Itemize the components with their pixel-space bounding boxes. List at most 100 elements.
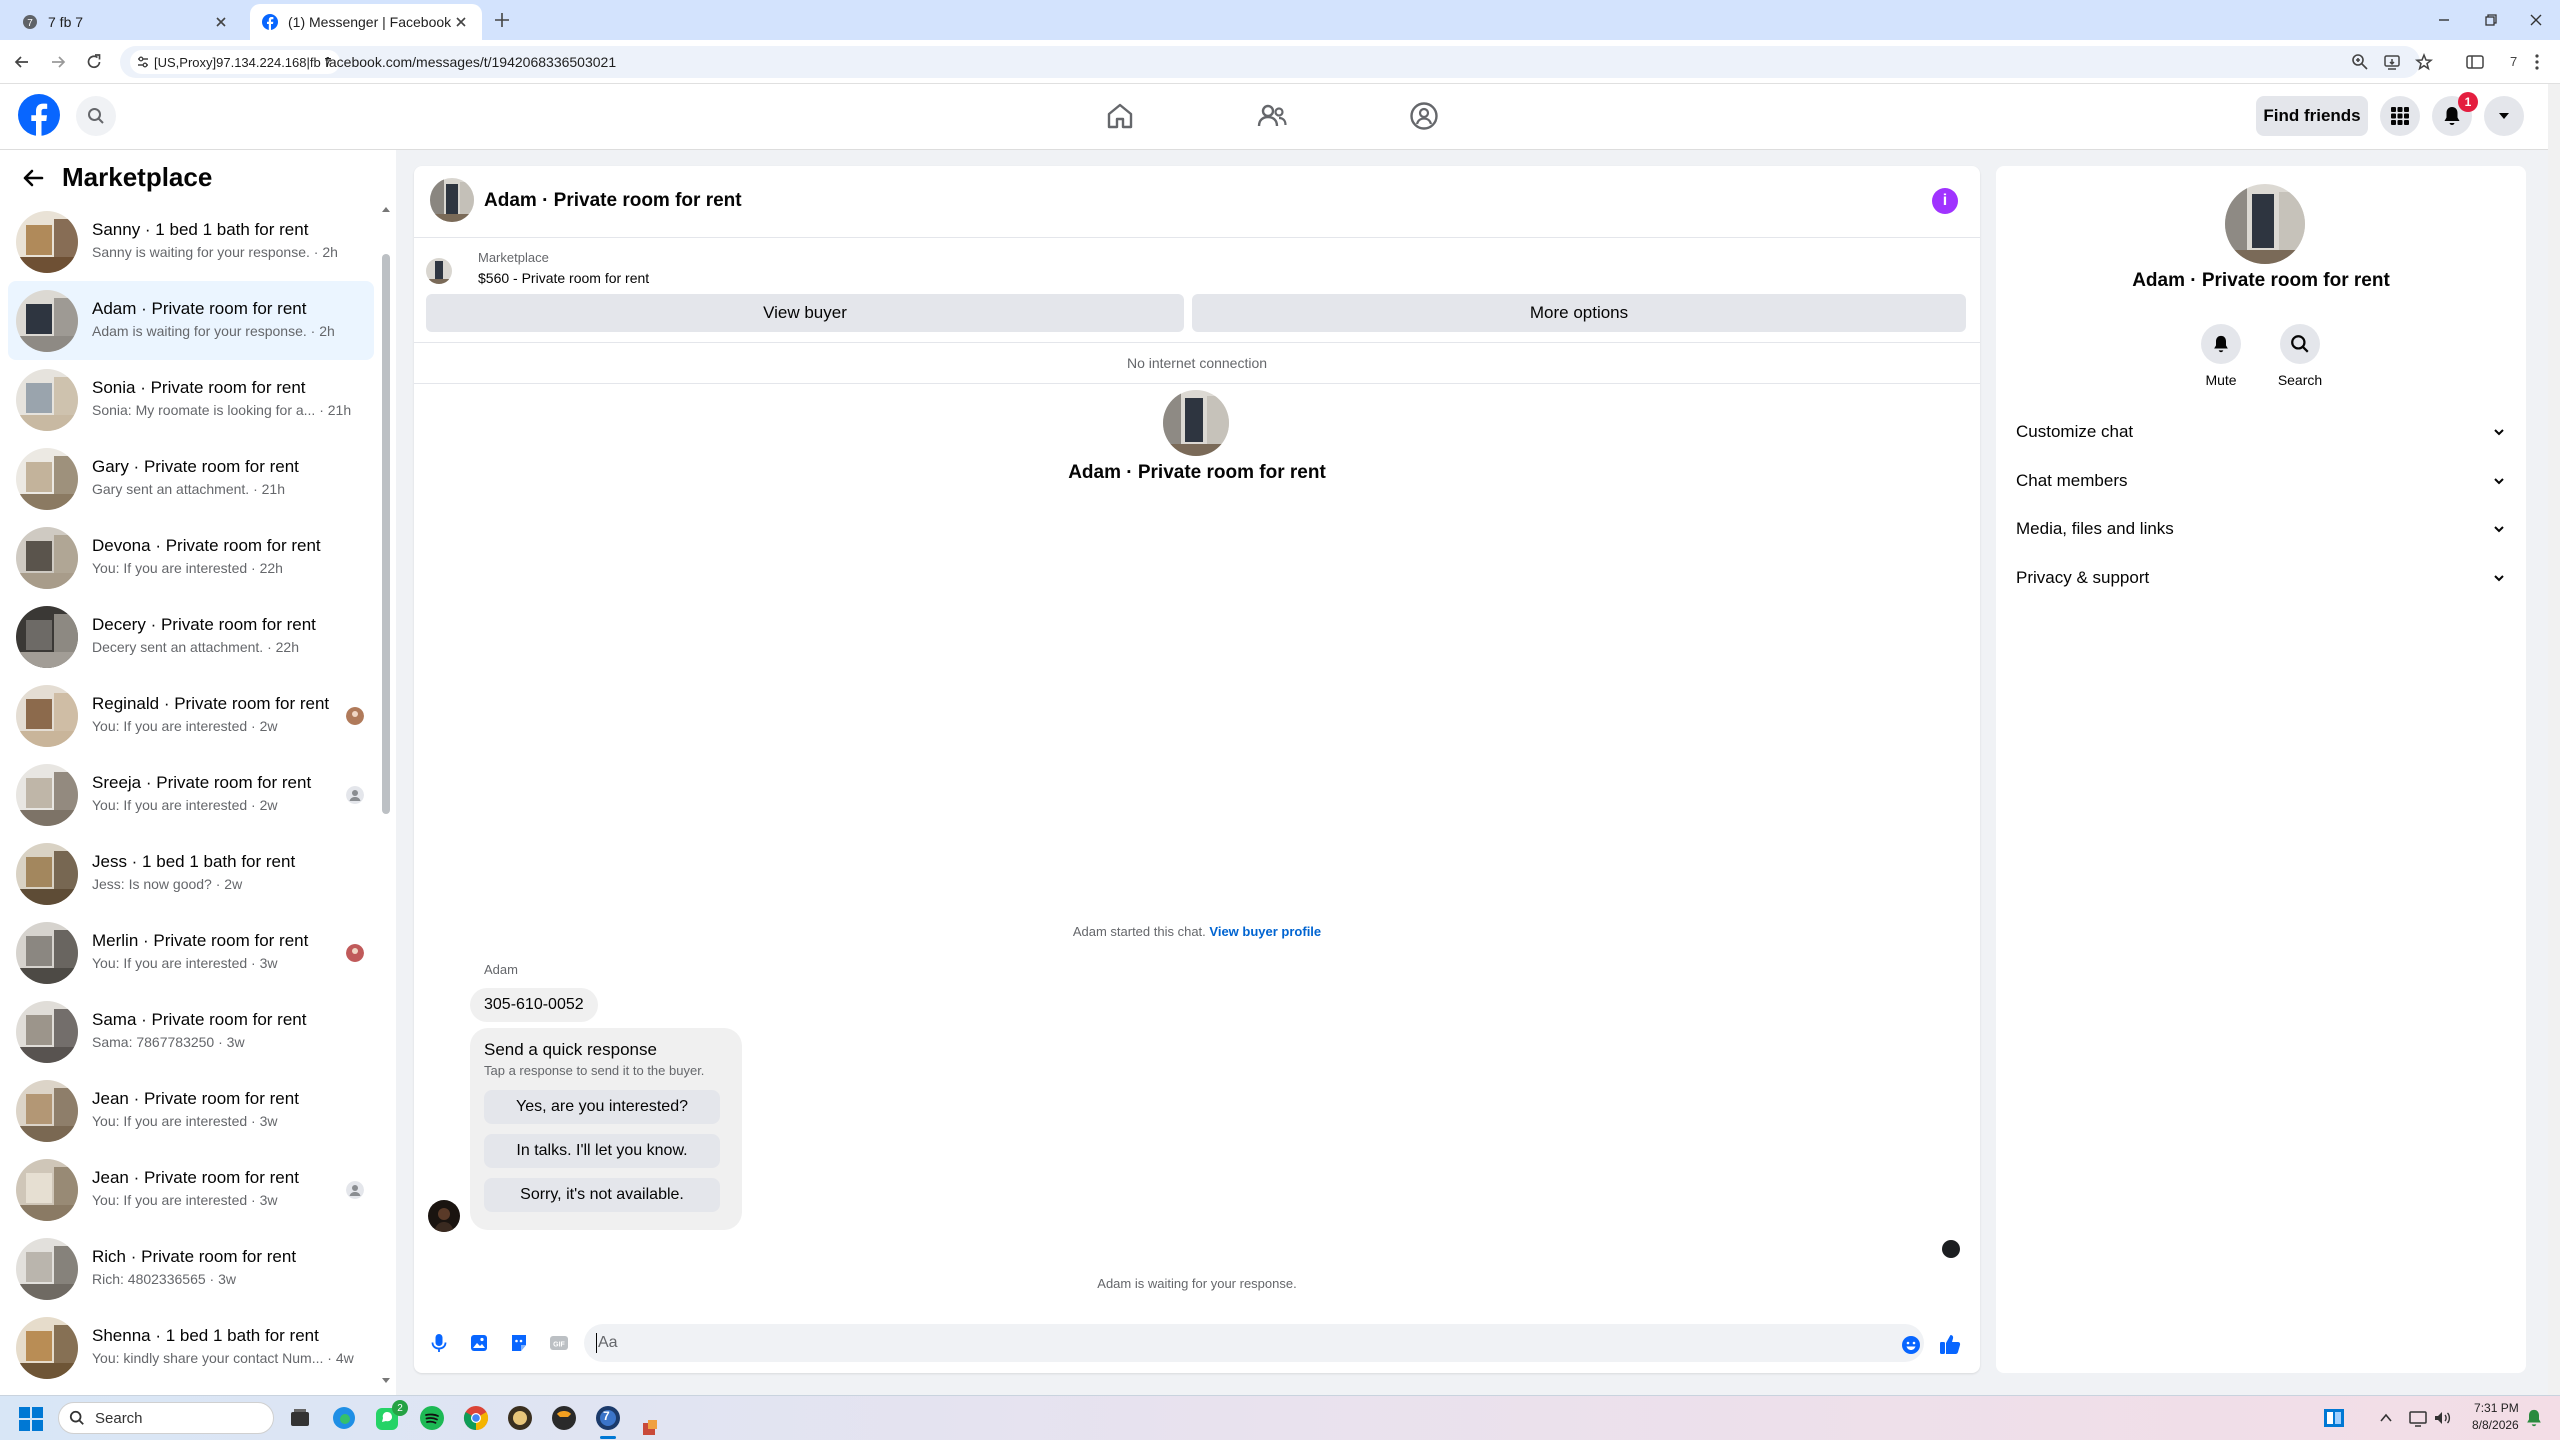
chat-avatar[interactable] <box>430 178 474 222</box>
view-buyer-profile-link[interactable]: View buyer profile <box>1209 924 1321 939</box>
new-tab-icon[interactable] <box>492 10 512 30</box>
menu-kebab-icon[interactable] <box>2526 51 2548 73</box>
bookmark-star-icon[interactable] <box>2414 52 2434 72</box>
forward-icon[interactable] <box>48 52 68 72</box>
conversation-item[interactable]: Shenna · 1 bed 1 bath for rent You: kindl… <box>8 1308 374 1387</box>
view-buyer-button[interactable]: View buyer <box>426 294 1184 332</box>
conversation-item[interactable]: Sreeja · Private room for rent You: If yo… <box>8 755 374 834</box>
network-icon[interactable] <box>2408 1408 2428 1428</box>
chrome-icon[interactable] <box>462 1404 490 1432</box>
quick-response-in-talks-button[interactable]: In talks. I'll let you know. <box>484 1134 720 1168</box>
app-icon[interactable] <box>506 1404 534 1432</box>
restore-icon[interactable] <box>2478 8 2502 32</box>
info-icon[interactable]: i <box>1932 188 1958 214</box>
edge-browser-icon[interactable] <box>330 1404 358 1432</box>
quick-response-yes-button[interactable]: Yes, are you interested? <box>484 1090 720 1124</box>
taskbar-search-placeholder: Search <box>95 1409 143 1427</box>
thumbs-up-icon[interactable] <box>1938 1332 1962 1356</box>
chat-title[interactable]: Adam · Private room for rent <box>484 190 742 212</box>
quick-response-not-available-button[interactable]: Sorry, it's not available. <box>484 1178 720 1212</box>
proxy-chip[interactable]: [US,Proxy]97.134.224.168|fb 7 <box>130 50 340 74</box>
message-input[interactable]: Aa <box>584 1324 1924 1362</box>
conversation-item[interactable]: Sonia · Private room for rent Sonia: My r… <box>8 360 374 439</box>
conversation-item[interactable]: Jess · 1 bed 1 bath for rent Jess: Is now… <box>8 834 374 913</box>
close-window-icon[interactable] <box>2524 8 2548 32</box>
conversation-item[interactable]: Jean · Private room for rent You: If you … <box>8 1071 374 1150</box>
conversation-item[interactable]: Adam · Private room for rent Adam is wait… <box>8 281 374 360</box>
close-tab-icon[interactable] <box>212 13 230 31</box>
message-bubble[interactable]: 305-610-0052 <box>470 988 598 1022</box>
scroll-up-icon[interactable] <box>380 204 392 214</box>
microphone-icon[interactable] <box>428 1332 450 1354</box>
conversation-item[interactable]: Devona · Private room for rent You: If yo… <box>8 518 374 597</box>
profile-count[interactable]: 7 <box>2510 54 2517 69</box>
waiting-notice: Adam is waiting for your response. <box>1097 1276 1297 1291</box>
find-friends-button[interactable]: Find friends <box>2256 96 2368 136</box>
chevron-up-icon[interactable] <box>2378 1410 2394 1426</box>
back-icon[interactable] <box>12 52 32 72</box>
notification-bell-icon[interactable] <box>2524 1408 2544 1428</box>
install-app-icon[interactable] <box>2382 52 2402 72</box>
minimize-icon[interactable] <box>2432 8 2456 32</box>
conversation-avatar <box>16 211 78 273</box>
chat-details-panel: Adam · Private room for rent Mute Search… <box>1996 166 2526 1373</box>
conversation-avatar <box>16 1080 78 1142</box>
conversation-name: Jean · Private room for rent <box>92 1168 299 1187</box>
browser-tab-2[interactable]: (1) Messenger | Facebook <box>250 4 482 40</box>
conversation-item[interactable]: Jean · Private room for rent You: If you … <box>8 1150 374 1229</box>
conversation-item[interactable]: Rich · Private room for rent Rich: 480233… <box>8 1229 374 1308</box>
zoom-icon[interactable] <box>2350 52 2370 72</box>
app-icon[interactable] <box>640 1418 660 1438</box>
facebook-search-button[interactable] <box>76 96 116 136</box>
windows-start-icon[interactable] <box>18 1406 44 1432</box>
mute-button[interactable] <box>2201 324 2241 364</box>
taskbar-search[interactable]: Search <box>58 1402 274 1434</box>
account-button[interactable] <box>2484 96 2524 136</box>
conversation-item[interactable]: Decery · Private room for rent Decery sen… <box>8 597 374 676</box>
conversation-item[interactable]: Reginald · Private room for rent You: If … <box>8 676 374 755</box>
system-clock[interactable]: 7:31 PM 8/8/2026 <box>2472 1400 2519 1434</box>
close-tab-icon[interactable] <box>452 13 470 31</box>
conversation-name: Sanny · 1 bed 1 bath for rent <box>92 220 309 239</box>
search-action[interactable]: Search <box>2270 324 2330 388</box>
privacy-support-section[interactable]: Privacy & support <box>2016 560 2506 596</box>
chat-profile-avatar[interactable] <box>1163 390 1229 456</box>
search-in-chat-button[interactable] <box>2280 324 2320 364</box>
more-options-button[interactable]: More options <box>1192 294 1966 332</box>
conversation-preview: Sonia: My roomate is looking for a... · … <box>92 402 352 418</box>
scroll-down-icon[interactable] <box>380 1376 392 1386</box>
address-bar[interactable]: [US,Proxy]97.134.224.168|fb 7 facebook.c… <box>120 46 2433 78</box>
sidebar-scrollbar[interactable] <box>382 254 390 814</box>
sticker-icon[interactable] <box>508 1332 530 1354</box>
menu-button[interactable] <box>2380 96 2420 136</box>
customize-chat-section[interactable]: Customize chat <box>2016 414 2506 450</box>
widget-icon[interactable] <box>2322 1406 2346 1430</box>
extensions-icon[interactable] <box>2464 51 2486 73</box>
chevron-down-icon <box>2499 113 2509 119</box>
gif-icon[interactable]: GIF <box>548 1332 570 1354</box>
home-icon[interactable] <box>1104 100 1136 132</box>
conversation-item[interactable]: Gary · Private room for rent Gary sent an… <box>8 439 374 518</box>
conversation-item[interactable]: Merlin · Private room for rent You: If yo… <box>8 913 374 992</box>
conversation-item[interactable]: Sanny · 1 bed 1 bath for rent Sanny is wa… <box>8 202 374 281</box>
emoji-icon[interactable] <box>1900 1334 1922 1356</box>
back-arrow-icon[interactable] <box>20 165 46 191</box>
page-scrollbar[interactable] <box>2548 84 2560 1395</box>
task-view-icon[interactable] <box>286 1404 314 1432</box>
browser-tab-1[interactable]: 7 7 fb 7 <box>10 4 242 40</box>
friends-icon[interactable] <box>1256 100 1288 132</box>
facebook-logo-icon[interactable] <box>18 94 60 136</box>
reload-icon[interactable] <box>84 52 104 72</box>
search-icon <box>69 1410 84 1425</box>
media-files-links-section[interactable]: Media, files and links <box>2016 511 2506 547</box>
photo-icon[interactable] <box>468 1332 490 1354</box>
volume-icon[interactable] <box>2432 1408 2452 1428</box>
chat-members-section[interactable]: Chat members <box>2016 463 2506 499</box>
groups-icon[interactable] <box>1408 100 1440 132</box>
conversation-item[interactable]: Sama · Private room for rent Sama: 786778… <box>8 992 374 1071</box>
conversation-name: Jess · 1 bed 1 bath for rent <box>92 852 296 871</box>
app-icon[interactable] <box>550 1404 578 1432</box>
details-avatar[interactable] <box>2225 184 2305 264</box>
mute-action[interactable]: Mute <box>2191 324 2251 388</box>
spotify-icon[interactable] <box>418 1404 446 1432</box>
